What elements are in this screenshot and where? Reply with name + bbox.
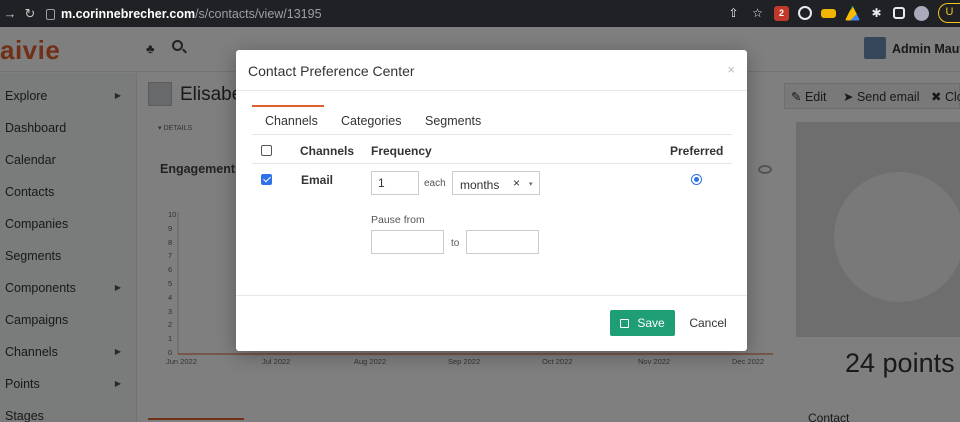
extension-badge-icon[interactable]: 2	[774, 5, 789, 21]
header-divider	[252, 163, 732, 164]
period-value: months	[460, 178, 500, 192]
chevron-down-icon: ▾	[529, 181, 533, 188]
bookmark-star-icon[interactable]: ☆	[750, 6, 765, 21]
floppy-disk-icon	[620, 319, 630, 328]
email-channel-checkbox[interactable]	[261, 174, 272, 185]
sidepanel-icon[interactable]	[893, 7, 905, 19]
drive-extension-icon[interactable]	[845, 5, 860, 21]
close-icon[interactable]: ×	[727, 62, 735, 77]
save-button[interactable]: Save	[610, 310, 675, 336]
pause-from-label: Pause from	[371, 214, 425, 226]
modal-footer-divider	[236, 295, 747, 296]
frequency-period-select[interactable]: months × ▾	[452, 171, 540, 195]
extension-icons: ⇧ ☆ 2 ✱ U	[726, 3, 960, 23]
puzzle-extensions-icon[interactable]: ✱	[869, 6, 884, 21]
header-preferred: Preferred	[670, 144, 724, 158]
address-bar[interactable]: m.corinnebrecher.com/s/contacts/view/131…	[46, 7, 322, 21]
each-label: each	[424, 178, 446, 189]
frequency-number-input[interactable]	[371, 171, 419, 195]
share-icon[interactable]: ⇧	[726, 6, 741, 21]
url-path: /s/contacts/view/13195	[195, 6, 322, 21]
cancel-button[interactable]: Cancel	[683, 310, 733, 336]
pause-to-input[interactable]	[466, 230, 539, 254]
tab-segments[interactable]: Segments	[425, 114, 481, 128]
to-label: to	[451, 238, 460, 249]
header-channels: Channels	[300, 144, 355, 158]
contact-preference-modal: Contact Preference Center × Channels Cat…	[236, 50, 747, 351]
circle-extension-icon[interactable]	[798, 6, 812, 20]
preferred-radio[interactable]	[691, 174, 702, 185]
clear-icon[interactable]: ×	[513, 176, 520, 190]
channel-email-label: Email	[301, 173, 334, 187]
reload-icon[interactable]: ↻	[20, 6, 40, 22]
pause-from-input[interactable]	[371, 230, 444, 254]
profile-chip[interactable]: U	[938, 3, 960, 23]
header-frequency: Frequency	[371, 144, 432, 158]
lock-icon	[46, 9, 55, 20]
select-all-checkbox[interactable]	[261, 145, 272, 156]
active-tab-underline	[252, 105, 324, 107]
modal-header: Contact Preference Center ×	[236, 50, 747, 91]
tab-categories[interactable]: Categories	[341, 114, 401, 128]
modal-title: Contact Preference Center	[248, 63, 415, 79]
note-extension-icon[interactable]	[821, 8, 836, 18]
forward-icon[interactable]: →	[0, 6, 20, 21]
profile-avatar-icon[interactable]	[914, 5, 929, 21]
url-host: m.corinnebrecher.com	[61, 6, 196, 21]
browser-toolbar: → ↻ m.corinnebrecher.com/s/contacts/view…	[0, 0, 960, 27]
tab-channels[interactable]: Channels	[265, 114, 318, 128]
tab-divider	[252, 134, 732, 135]
